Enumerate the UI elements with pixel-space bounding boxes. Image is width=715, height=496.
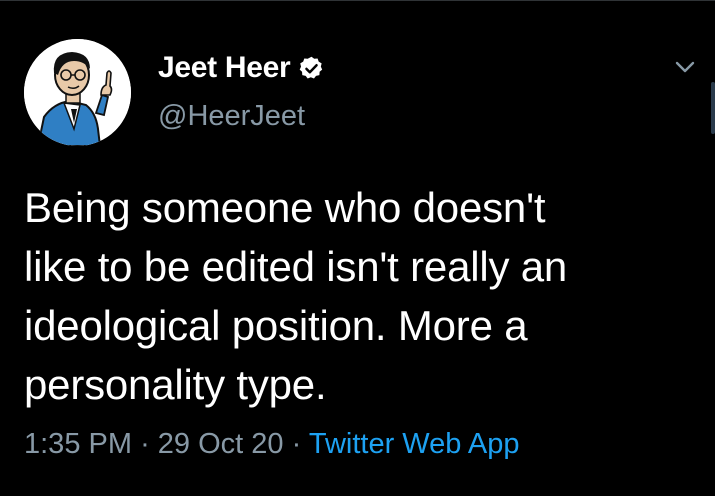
author-name-row[interactable]: Jeet Heer: [158, 50, 325, 86]
scroll-indicator[interactable]: [711, 82, 715, 134]
author-handle[interactable]: @HeerJeet: [158, 98, 305, 134]
tweet-meta: 1:35 PM · 29 Oct 20 · Twitter Web App: [24, 424, 519, 464]
avatar[interactable]: [24, 39, 131, 146]
chevron-down-icon[interactable]: [672, 54, 698, 80]
tweet-date[interactable]: 29 Oct 20: [158, 428, 284, 460]
cartoon-portrait-avatar-icon: [24, 39, 131, 146]
author-display-name[interactable]: Jeet Heer: [158, 50, 291, 86]
meta-separator: ·: [291, 428, 302, 460]
tweet-text: Being someone who doesn't like to be edi…: [24, 184, 568, 408]
tweet-source-link[interactable]: Twitter Web App: [309, 428, 520, 460]
tweet-time[interactable]: 1:35 PM: [24, 428, 132, 460]
verified-badge-icon: [298, 55, 325, 82]
meta-separator: ·: [140, 428, 150, 460]
top-divider: [0, 0, 715, 1]
